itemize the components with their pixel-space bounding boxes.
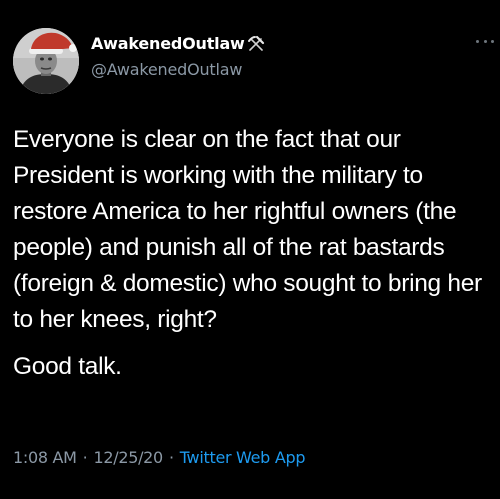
separator: · [168, 448, 174, 467]
display-name-row[interactable]: AwakenedOutlaw [91, 34, 265, 53]
tweet-date[interactable]: 12/25/20 [93, 448, 163, 467]
separator: · [82, 448, 88, 467]
more-options-icon[interactable] [476, 32, 494, 50]
tweet-text: Everyone is clear on the fact that our P… [13, 122, 493, 385]
display-name: AwakenedOutlaw [91, 34, 245, 53]
tweet-paragraph: Good talk. [13, 353, 122, 380]
hammer-and-pick-icon [247, 35, 265, 53]
tweet-metadata: 1:08 AM · 12/25/20 · Twitter Web App [13, 448, 305, 467]
tweet-time[interactable]: 1:08 AM [13, 448, 77, 467]
tweet-paragraph: Everyone is clear on the fact that our P… [13, 126, 482, 333]
avatar[interactable] [13, 28, 79, 94]
source-app-link[interactable]: Twitter Web App [180, 448, 306, 467]
user-handle[interactable]: @AwakenedOutlaw [91, 60, 242, 79]
tweet-card: AwakenedOutlaw @AwakenedOutlaw Everyone … [0, 0, 500, 499]
santa-hat-avatar-icon [13, 28, 79, 94]
